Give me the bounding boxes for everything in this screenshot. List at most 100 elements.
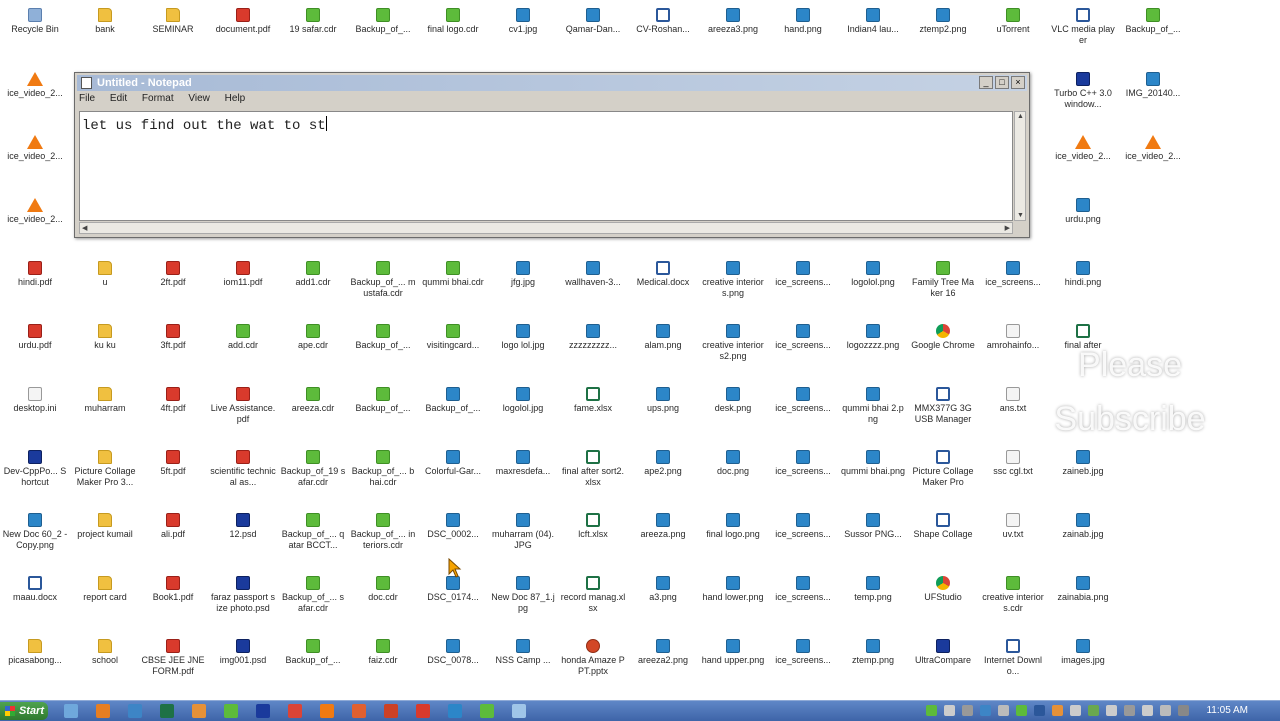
desktop-icon[interactable]: creative interiors2.png [698, 320, 768, 380]
taskbar-app-icon[interactable] [192, 704, 206, 718]
desktop-icon[interactable]: picasabong... [0, 635, 70, 695]
desktop-icon[interactable]: Family Tree Maker 16 [908, 257, 978, 317]
desktop-icon[interactable]: NSS Camp ... [488, 635, 558, 695]
desktop-icon[interactable]: SEMINAR [138, 4, 208, 64]
desktop-icon[interactable]: uTorrent [978, 4, 1048, 64]
desktop-icon[interactable]: ice_screens... [768, 383, 838, 443]
desktop-icon[interactable]: Book1.pdf [138, 572, 208, 632]
desktop-icon[interactable]: iom11.pdf [208, 257, 278, 317]
desktop-icon[interactable]: scientific technical as... [208, 446, 278, 506]
tray-icon[interactable] [962, 705, 973, 716]
desktop-icon[interactable]: Dev-CppPo... Shortcut [0, 446, 70, 506]
desktop-icon[interactable]: areeza2.png [628, 635, 698, 695]
desktop-icon[interactable]: fame.xlsx [558, 383, 628, 443]
desktop-icon[interactable]: ice_video_2... [0, 68, 70, 128]
desktop-icon[interactable]: logo lol.jpg [488, 320, 558, 380]
desktop-icon[interactable]: qummi bhai.png [838, 446, 908, 506]
desktop-icon[interactable]: jfg.jpg [488, 257, 558, 317]
desktop-icon[interactable]: zzzzzzzzz... [558, 320, 628, 380]
menu-edit[interactable]: Edit [110, 93, 127, 104]
desktop-icon[interactable]: VLC media player [1048, 4, 1118, 64]
scroll-right-icon[interactable]: ▶ [1005, 224, 1010, 232]
taskbar-app-icon[interactable] [160, 704, 174, 718]
taskbar-app-icon[interactable] [448, 704, 462, 718]
tray-icon[interactable] [998, 705, 1009, 716]
desktop-icon[interactable]: ice_video_2... [1118, 131, 1188, 191]
taskbar-app-icon[interactable] [320, 704, 334, 718]
desktop-icon[interactable]: Backup_of_... [348, 320, 418, 380]
desktop-icon[interactable]: Internet Downlo... [978, 635, 1048, 695]
desktop-icon[interactable]: ice_screens... [768, 257, 838, 317]
desktop-icon[interactable]: ape2.png [628, 446, 698, 506]
desktop-icon[interactable]: Shape Collage [908, 509, 978, 569]
taskbar-app-icon[interactable] [512, 704, 526, 718]
desktop-icon[interactable]: Sussor PNG... [838, 509, 908, 569]
desktop-icon[interactable]: add1.cdr [278, 257, 348, 317]
desktop-icon[interactable]: DSC_0174... [418, 572, 488, 632]
desktop-icon[interactable]: final logo.cdr [418, 4, 488, 64]
desktop-icon[interactable]: Colorful-Gar... [418, 446, 488, 506]
maximize-button[interactable]: □ [995, 76, 1009, 89]
scroll-up-icon[interactable]: ▲ [1017, 113, 1024, 120]
desktop-icon[interactable]: cv1.jpg [488, 4, 558, 64]
desktop-icon[interactable]: ztemp.png [838, 635, 908, 695]
menu-file[interactable]: File [79, 93, 95, 104]
tray-icon[interactable] [1178, 705, 1189, 716]
desktop-icon[interactable]: hand upper.png [698, 635, 768, 695]
desktop-icon[interactable]: hindi.png [1048, 257, 1118, 317]
desktop-icon[interactable]: Backup_of_... [278, 635, 348, 695]
desktop-icon[interactable]: document.pdf [208, 4, 278, 64]
taskbar-app-icon[interactable] [480, 704, 494, 718]
desktop-icon[interactable]: ice_screens... [768, 635, 838, 695]
desktop-icon[interactable]: Recycle Bin [0, 4, 70, 64]
desktop-icon[interactable]: bank [70, 4, 140, 64]
desktop-icon[interactable]: ice_screens... [768, 320, 838, 380]
desktop-icon[interactable]: ape.cdr [278, 320, 348, 380]
desktop-icon[interactable]: DSC_0078... [418, 635, 488, 695]
desktop-icon[interactable]: ice_screens... [978, 257, 1048, 317]
desktop-icon[interactable]: images.jpg [1048, 635, 1118, 695]
desktop-icon[interactable]: report card [70, 572, 140, 632]
desktop-icon[interactable]: 3ft.pdf [138, 320, 208, 380]
taskbar-app-icon[interactable] [128, 704, 142, 718]
desktop-icon[interactable]: ztemp2.png [908, 4, 978, 64]
desktop-icon[interactable]: u [70, 257, 140, 317]
desktop-icon[interactable]: Backup_of_... bhai.cdr [348, 446, 418, 506]
desktop-icon[interactable]: record manag.xlsx [558, 572, 628, 632]
desktop-icon[interactable]: logozzzz.png [838, 320, 908, 380]
tray-icon[interactable] [1106, 705, 1117, 716]
taskbar-app-icon[interactable] [64, 704, 78, 718]
desktop-icon[interactable]: areeza.png [628, 509, 698, 569]
desktop-icon[interactable]: ali.pdf [138, 509, 208, 569]
notepad-window[interactable]: Untitled - Notepad _ □ × File Edit Forma… [74, 72, 1030, 238]
desktop-icon[interactable]: alam.png [628, 320, 698, 380]
desktop-icon[interactable]: img001.psd [208, 635, 278, 695]
desktop-icon[interactable]: CV-Roshan... [628, 4, 698, 64]
desktop-icon[interactable]: creative interiors.cdr [978, 572, 1048, 632]
desktop-icon[interactable]: Backup_of_... [418, 383, 488, 443]
minimize-button[interactable]: _ [979, 76, 993, 89]
vertical-scrollbar[interactable]: ▲ ▼ [1014, 111, 1026, 221]
desktop-icon[interactable]: honda Amaze PPT.pptx [558, 635, 628, 695]
desktop-icon[interactable]: Picture Collage Maker Pro 3... [70, 446, 140, 506]
desktop-icon[interactable]: ups.png [628, 383, 698, 443]
taskbar-app-icon[interactable] [96, 704, 110, 718]
start-button[interactable]: Start [0, 702, 48, 720]
tray-icon[interactable] [1088, 705, 1099, 716]
menu-format[interactable]: Format [142, 93, 174, 104]
desktop-icon[interactable]: muharram (04).JPG [488, 509, 558, 569]
desktop-icon[interactable]: final logo.png [698, 509, 768, 569]
desktop-icon[interactable]: school [70, 635, 140, 695]
desktop-icon[interactable]: Backup_of_... [348, 383, 418, 443]
desktop-icon[interactable]: Backup_of_... [348, 4, 418, 64]
taskbar-app-icon[interactable] [256, 704, 270, 718]
desktop-icon[interactable]: 4ft.pdf [138, 383, 208, 443]
desktop-icon[interactable]: faiz.cdr [348, 635, 418, 695]
notepad-titlebar[interactable]: Untitled - Notepad _ □ × [77, 75, 1027, 91]
desktop-icon[interactable]: Turbo C++ 3.0 window... [1048, 68, 1118, 128]
desktop-icon[interactable]: visitingcard... [418, 320, 488, 380]
taskbar-app-icon[interactable] [224, 704, 238, 718]
scroll-down-icon[interactable]: ▼ [1017, 212, 1024, 219]
desktop-icon[interactable]: areeza.cdr [278, 383, 348, 443]
desktop-icon[interactable]: ice_screens... [768, 572, 838, 632]
